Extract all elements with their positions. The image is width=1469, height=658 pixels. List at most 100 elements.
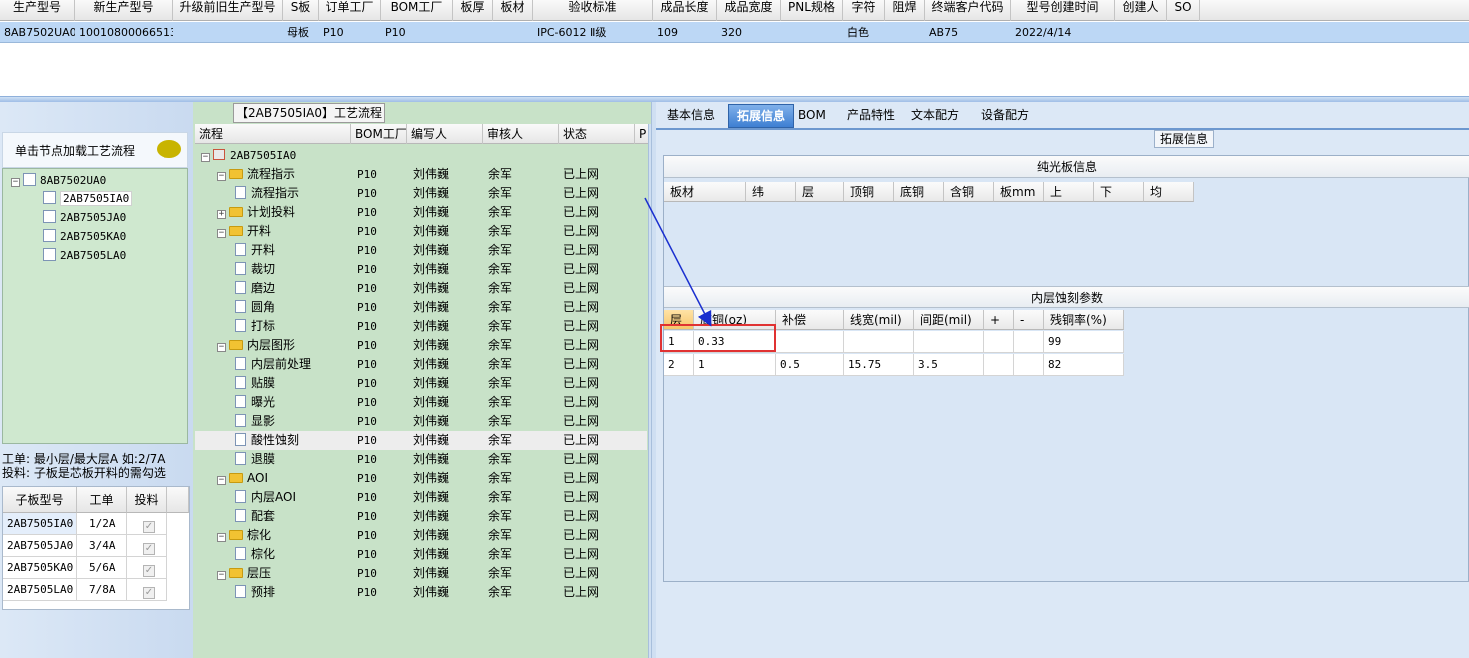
collapse-icon[interactable]: − (217, 476, 226, 485)
flow-root-row[interactable]: − 2AB7505IA0 (195, 146, 647, 165)
collapse-icon[interactable]: − (217, 343, 226, 352)
col-header[interactable]: 验收标准 (533, 0, 653, 21)
etch-col-header[interactable]: - (1014, 310, 1044, 330)
collapse-icon[interactable]: − (217, 172, 226, 181)
bare-col-header[interactable]: 均 (1144, 182, 1194, 202)
tab-equipment-recipe[interactable]: 设备配方 (976, 104, 1034, 128)
flow-row[interactable]: − 内层图形 P10 刘伟巍 余军 已上网 (195, 336, 647, 355)
col-header[interactable]: 编写人 (407, 124, 483, 144)
tree-node-root[interactable]: − 8AB7502UA0 (11, 173, 106, 187)
tab-basic-info[interactable]: 基本信息 (660, 104, 722, 128)
col-header[interactable]: S板 (283, 0, 319, 21)
etch-col-header[interactable]: 残铜率(%) (1044, 310, 1124, 330)
tree-node-child[interactable]: 2AB7505IA0 (43, 191, 133, 206)
col-header[interactable]: 子板型号 (3, 487, 77, 513)
etch-cell[interactable]: 15.75 (844, 354, 914, 376)
col-header[interactable]: 成品长度 (653, 0, 717, 21)
table-row[interactable]: 8AB7502UA0 10010800066513 母板 P10 P10 IPC… (0, 22, 1469, 43)
col-header[interactable]: 投料 (127, 487, 167, 513)
collapse-icon[interactable]: − (217, 229, 226, 238)
flow-row[interactable]: 裁切 P10 刘伟巍 余军 已上网 (195, 260, 647, 279)
col-header[interactable]: 终端客户代码 (925, 0, 1011, 21)
bare-col-header[interactable]: 含铜 (944, 182, 994, 202)
flow-row[interactable]: − AOI P10 刘伟巍 余军 已上网 (195, 469, 647, 488)
etch-col-header[interactable]: 线宽(mil) (844, 310, 914, 330)
col-header[interactable]: 型号创建时间 (1011, 0, 1115, 21)
expand-icon[interactable]: + (217, 210, 226, 219)
flow-row[interactable]: 内层前处理 P10 刘伟巍 余军 已上网 (195, 355, 647, 374)
flow-row[interactable]: 贴膜 P10 刘伟巍 余军 已上网 (195, 374, 647, 393)
flow-row[interactable]: 圆角 P10 刘伟巍 余军 已上网 (195, 298, 647, 317)
col-header[interactable]: 工单 (77, 487, 127, 513)
col-header[interactable]: 阻焊 (885, 0, 925, 21)
bare-col-header[interactable]: 纬 (746, 182, 796, 202)
etch-cell[interactable] (984, 354, 1014, 376)
flow-row[interactable]: 棕化 P10 刘伟巍 余军 已上网 (195, 545, 647, 564)
collapse-icon[interactable]: − (217, 571, 226, 580)
flow-row[interactable]: − 开料 P10 刘伟巍 余军 已上网 (195, 222, 647, 241)
bare-col-header[interactable]: 下 (1094, 182, 1144, 202)
flow-row[interactable]: − 流程指示 P10 刘伟巍 余军 已上网 (195, 165, 647, 184)
col-header[interactable]: SO (1167, 0, 1200, 21)
etch-cell[interactable]: 0.5 (776, 354, 844, 376)
etch-cell[interactable]: 2 (664, 354, 694, 376)
flow-row[interactable]: 开料 P10 刘伟巍 余军 已上网 (195, 241, 647, 260)
etch-col-header[interactable]: 补偿 (776, 310, 844, 330)
col-header[interactable]: BOM工厂 (351, 124, 407, 144)
load-flow-banner[interactable]: 单击节点加载工艺流程 (2, 132, 188, 168)
flow-row[interactable]: 显影 P10 刘伟巍 余军 已上网 (195, 412, 647, 431)
flow-row[interactable]: 预排 P10 刘伟巍 余军 已上网 (195, 583, 647, 602)
etch-cell[interactable]: 82 (1044, 354, 1124, 376)
col-header[interactable]: 创建人 (1115, 0, 1167, 21)
col-header[interactable]: 成品宽度 (717, 0, 781, 21)
etch-col-header[interactable]: + (984, 310, 1014, 330)
etch-cell[interactable]: 1 (694, 354, 776, 376)
bare-col-header[interactable]: 底铜 (894, 182, 944, 202)
feed-checkbox[interactable]: ✓ (143, 565, 155, 577)
col-header[interactable]: 生产型号 (0, 0, 75, 21)
etch-cell[interactable] (984, 331, 1014, 353)
flow-row[interactable]: 内层AOI P10 刘伟巍 余军 已上网 (195, 488, 647, 507)
sub-model-cell[interactable]: 2AB7505JA0 (3, 535, 77, 557)
etch-cell[interactable]: 99 (1044, 331, 1124, 353)
etch-cell[interactable] (914, 331, 984, 353)
flow-row[interactable]: + 计划投料 P10 刘伟巍 余军 已上网 (195, 203, 647, 222)
feed-checkbox[interactable]: ✓ (143, 521, 155, 533)
bare-col-header[interactable]: 板材 (664, 182, 746, 202)
bare-col-header[interactable]: 层 (796, 182, 844, 202)
collapse-icon[interactable]: − (217, 533, 226, 542)
sub-model-cell[interactable]: 2AB7505KA0 (3, 557, 77, 579)
tab-bom[interactable]: BOM (798, 104, 826, 128)
etch-col-header[interactable]: 间距(mil) (914, 310, 984, 330)
tab-text-recipe[interactable]: 文本配方 (906, 104, 964, 128)
etch-cell[interactable] (776, 331, 844, 353)
etch-cell[interactable]: 3.5 (914, 354, 984, 376)
bare-col-header[interactable]: 板mm (994, 182, 1044, 202)
tab-extended-info[interactable]: 拓展信息 (728, 104, 794, 128)
feed-checkbox[interactable]: ✓ (143, 543, 155, 555)
bare-col-header[interactable]: 上 (1044, 182, 1094, 202)
sub-order-cell[interactable]: 3/4A (77, 535, 127, 557)
etch-cell[interactable] (844, 331, 914, 353)
tree-node-child[interactable]: 2AB7505KA0 (43, 229, 126, 243)
sub-model-cell[interactable]: 2AB7505IA0 (3, 513, 77, 535)
flow-row[interactable]: − 棕化 P10 刘伟巍 余军 已上网 (195, 526, 647, 545)
sub-order-cell[interactable]: 1/2A (77, 513, 127, 535)
sub-model-cell[interactable]: 2AB7505LA0 (3, 579, 77, 601)
col-header[interactable]: PNL规格 (781, 0, 843, 21)
flow-row[interactable]: 酸性蚀刻 P10 刘伟巍 余军 已上网 (195, 431, 647, 450)
flow-row[interactable]: − 层压 P10 刘伟巍 余军 已上网 (195, 564, 647, 583)
col-header[interactable]: 新生产型号 (75, 0, 173, 21)
flow-row[interactable]: 磨边 P10 刘伟巍 余军 已上网 (195, 279, 647, 298)
col-header[interactable]: BOM工厂 (381, 0, 453, 21)
sub-order-cell[interactable]: 7/8A (77, 579, 127, 601)
bare-col-header[interactable]: 顶铜 (844, 182, 894, 202)
tree-node-child[interactable]: 2AB7505LA0 (43, 248, 126, 262)
tab-product-features[interactable]: 产品特性 (836, 104, 906, 128)
flow-row[interactable]: 配套 P10 刘伟巍 余军 已上网 (195, 507, 647, 526)
collapse-icon[interactable]: − (11, 178, 20, 187)
etch-cell[interactable] (1014, 331, 1044, 353)
col-header[interactable]: 板材 (493, 0, 533, 21)
flow-row[interactable]: 打标 P10 刘伟巍 余军 已上网 (195, 317, 647, 336)
flow-row[interactable]: 退膜 P10 刘伟巍 余军 已上网 (195, 450, 647, 469)
